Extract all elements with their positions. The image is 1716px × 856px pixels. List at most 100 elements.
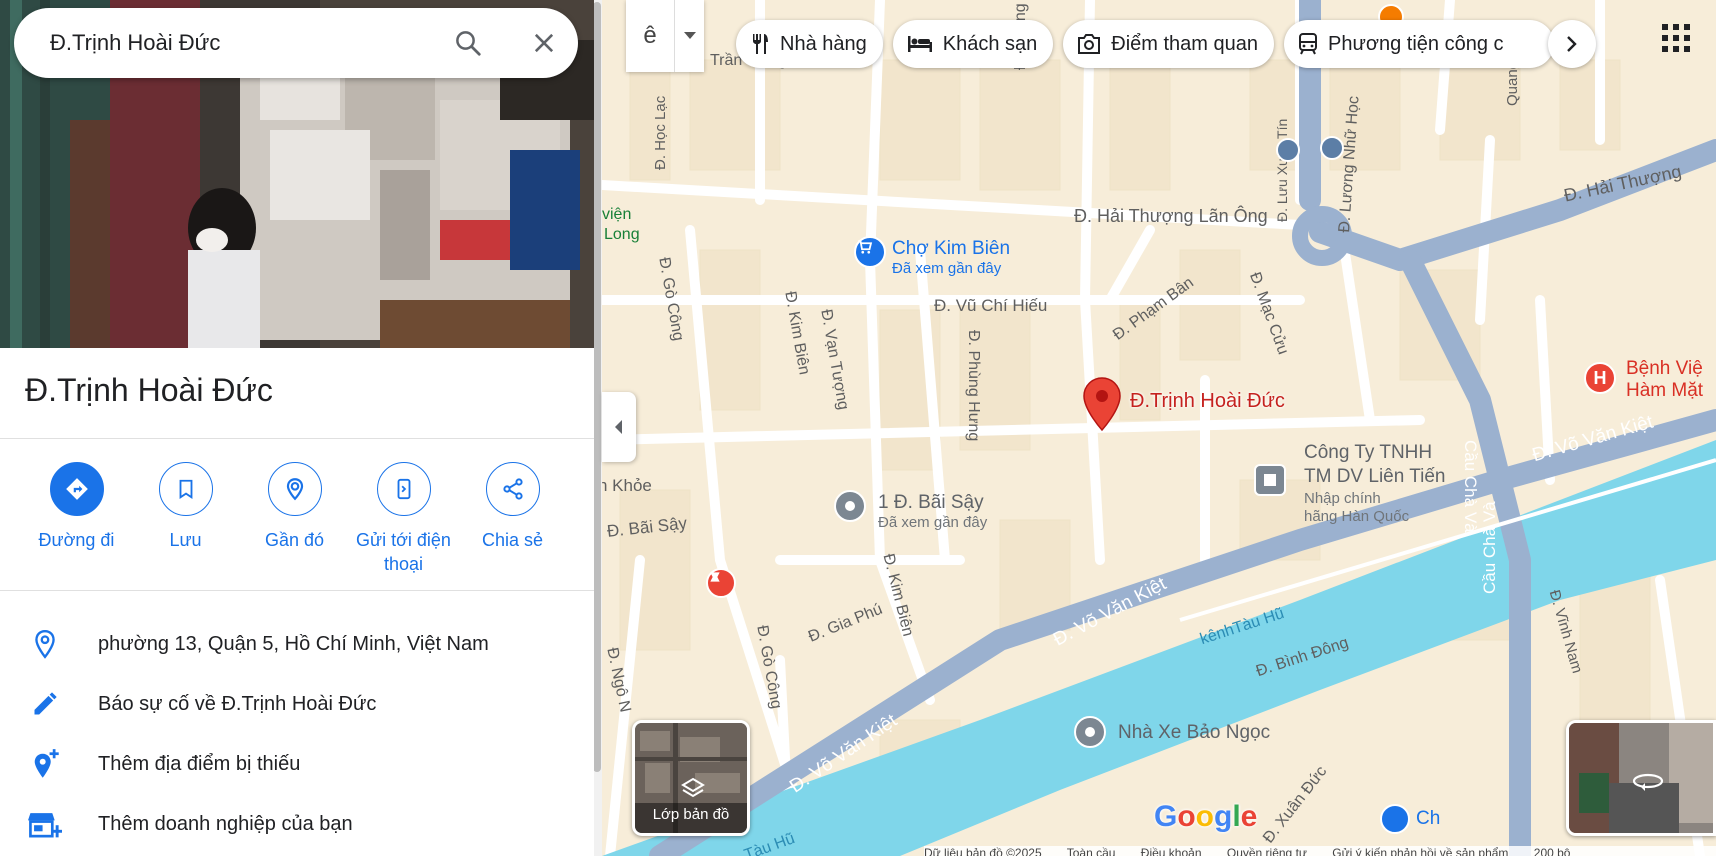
street-label: Đ. Ngô N (603, 646, 634, 714)
search-box[interactable] (14, 8, 578, 78)
location-pin-icon (834, 490, 866, 522)
street-view-thumbnail[interactable] (1566, 720, 1716, 836)
place-panel: Đ.Trịnh Hoài Đức Đường đi Lưu Gần đó (0, 0, 594, 856)
nearby-icon (267, 462, 322, 516)
poi-name: Chợ Kim Biên (892, 238, 1011, 259)
chevron-left-icon (615, 420, 622, 434)
report-text: Báo sự cố về Đ.Trịnh Hoài Đức (98, 692, 377, 715)
poi-red-pharmacy[interactable] (706, 568, 736, 598)
street-label: Đ. Vĩnh Nam (1545, 588, 1586, 676)
send-to-phone-button[interactable]: Gửi tới điện thoại (349, 462, 458, 576)
ime-key-button[interactable]: ê (626, 22, 674, 50)
street-label: viện (602, 206, 632, 223)
chip-transit[interactable]: Phương tiện công c (1284, 20, 1555, 68)
restaurant-icon (753, 34, 768, 54)
chip-attractions[interactable]: Điểm tham quan (1063, 20, 1275, 68)
street-label: Cầu Chà Và (1461, 440, 1480, 533)
poi-name: TM DV Liên Tiến (1304, 466, 1446, 487)
action-bar: Đường đi Lưu Gần đó Gửi tới điện thoại C… (22, 462, 572, 576)
street-label: Đ. Hải Thượng (1562, 161, 1684, 206)
collapse-panel-button[interactable] (602, 392, 636, 462)
share-button[interactable]: Chia sẻ (458, 462, 567, 576)
chip-restaurants[interactable]: Nhà hàng (736, 20, 883, 68)
footer-link[interactable]: Toàn cầu (1067, 846, 1116, 856)
save-label: Lưu (169, 530, 202, 550)
street-label: Đ. Lương Nhữ Học (1336, 95, 1363, 234)
street-label: Đ. Kim Biên (879, 552, 917, 639)
rotate-360-icon (1632, 773, 1664, 791)
scrollbar-thumb[interactable] (593, 2, 601, 772)
ime-dropdown[interactable] (674, 0, 704, 72)
chip-label: Điểm tham quan (1111, 32, 1259, 55)
street-label: Đ. Bãi Sậy (606, 513, 688, 541)
bus-stop-icon[interactable] (1320, 136, 1344, 160)
bus-stop-icon[interactable] (1276, 138, 1300, 162)
directions-button[interactable]: Đường đi (22, 462, 131, 576)
street-label: Cầu Chà Và (1480, 501, 1499, 594)
address-row[interactable]: phường 13, Quận 5, Hồ Chí Minh, Việt Nam (0, 614, 592, 674)
street-label: Long (604, 226, 640, 243)
layers-icon (681, 777, 705, 798)
phone-icon (376, 462, 431, 516)
scale-label: 200 bộ (1533, 846, 1571, 856)
chips-next-button[interactable] (1548, 20, 1596, 68)
add-business-row[interactable]: Thêm doanh nghiệp của bạn (0, 794, 592, 854)
footer-link[interactable]: Điều khoản (1141, 846, 1202, 856)
category-chips: Nhà hàng Khách sạn Điểm tham quan Phương… (736, 20, 1555, 68)
poi-name: Nhà Xe Bảo Ngọc (1118, 722, 1271, 743)
hotel-icon (907, 36, 932, 52)
chip-label: Nhà hàng (780, 32, 867, 55)
transit-icon (1299, 33, 1318, 55)
divider (0, 590, 594, 591)
water-label: Tàu Hũ (742, 830, 798, 856)
search-icon[interactable] (446, 21, 490, 65)
address-text: phường 13, Quận 5, Hồ Chí Minh, Việt Nam (98, 632, 489, 655)
shop-icon (710, 572, 720, 582)
street-label: n Khỏe (602, 476, 652, 495)
save-button[interactable]: Lưu (131, 462, 240, 576)
poi-name: 1 Đ. Bãi Sậy (878, 492, 984, 513)
add-place-row[interactable]: Thêm địa điểm bị thiếu (0, 734, 592, 794)
footer-link[interactable]: Quyền riêng tư (1227, 846, 1307, 856)
poi-sub: Đã xem gần đây (892, 260, 1002, 277)
poi-name: Hàm Mặt (1626, 380, 1704, 401)
street-label: Đ. Gò Công (655, 256, 687, 343)
directions-label: Đường đi (38, 530, 115, 550)
street-label: Đ. Võ Văn Kiệt (786, 710, 902, 798)
place-title: Đ.Trịnh Hoài Đức (25, 372, 273, 408)
nearby-button[interactable]: Gần đó (240, 462, 349, 576)
search-input[interactable] (50, 30, 410, 56)
poi-sub: Đã xem gần đây (878, 514, 988, 531)
map-data-credit: Dữ liệu bản đồ ©2025 (924, 846, 1042, 856)
street-label: Đ. Vũ Chí Hiếu (934, 296, 1048, 315)
street-label: Đ. Kim Biên (781, 290, 813, 377)
map-footer: Dữ liệu bản đồ ©2025 Toàn cầu Điều khoản… (924, 846, 1716, 856)
layers-button[interactable]: Lớp bản đồ (632, 720, 750, 836)
hospital-icon: H (1584, 362, 1616, 394)
street-label: Đ. Xuân Đức (1260, 763, 1331, 847)
maps-app: Đ.Trịnh Hoài Đức Đường đi Lưu Gần đó (0, 0, 1716, 856)
map-canvas[interactable]: Đ. Hải Thượng Lãn Ông Đ. Hải Thượng Đ. V… (602, 0, 1716, 856)
apps-grid-icon[interactable] (1662, 24, 1690, 57)
footer-link[interactable]: Gửi ý kiến phản hồi về sản phẩm (1332, 846, 1508, 856)
poi-name: Công Ty TNHH (1304, 442, 1433, 463)
add-location-icon (0, 748, 98, 780)
add-business-text: Thêm doanh nghiệp của bạn (98, 812, 353, 835)
poi-sub: Nhập chính (1304, 490, 1381, 507)
chip-hotels[interactable]: Khách sạn (892, 20, 1054, 68)
input-tools: ê (626, 0, 704, 72)
street-label: Đ. Bình Đông (1254, 634, 1351, 681)
poi-sub: hãng Hàn Quốc (1304, 508, 1410, 525)
share-icon (485, 462, 540, 516)
location-pin-icon (1074, 716, 1106, 748)
close-icon[interactable] (522, 21, 566, 65)
directions-icon (49, 462, 104, 516)
shopping-cart-icon (1380, 804, 1410, 834)
divider (0, 438, 594, 439)
street-label: Đ. Vạn Tượng (817, 308, 852, 412)
water-label: kênhTàu Hũ (1198, 605, 1287, 649)
report-row[interactable]: Báo sự cố về Đ.Trịnh Hoài Đức (0, 674, 592, 734)
building-icon (1254, 464, 1286, 496)
street-label: Đ. Võ Văn Kiệt (1530, 411, 1656, 467)
street-label: Đ. Lưu Xuân Tín (1274, 118, 1290, 222)
